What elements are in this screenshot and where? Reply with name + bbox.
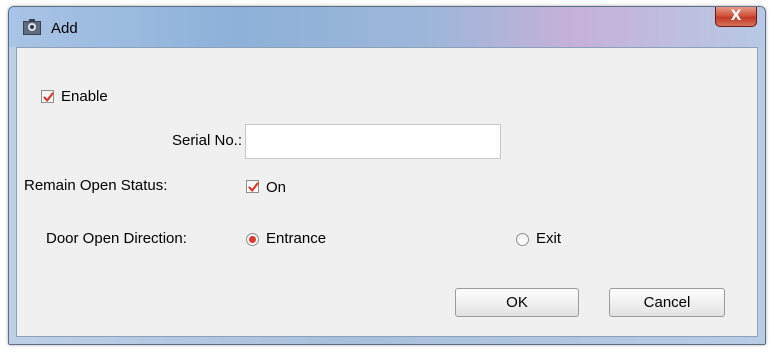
enable-label: Enable [61, 88, 108, 105]
check-mark-icon [43, 92, 54, 102]
ok-button[interactable]: OK [455, 288, 579, 317]
radio-selected-dot [249, 236, 256, 243]
serial-no-label: Serial No.: [171, 132, 242, 149]
remain-open-status-checkbox[interactable] [246, 180, 259, 193]
close-icon: X [730, 8, 742, 24]
enable-checkbox[interactable] [41, 90, 54, 103]
entrance-radio[interactable] [246, 233, 259, 246]
remain-open-status-label: Remain Open Status: [24, 177, 168, 194]
cancel-button[interactable]: Cancel [609, 288, 725, 317]
exit-label: Exit [536, 230, 562, 247]
exit-radio[interactable] [516, 233, 529, 246]
camera-icon [23, 19, 41, 35]
serial-no-input[interactable] [245, 124, 501, 159]
close-button[interactable]: X [715, 7, 757, 27]
dialog-content: Enable Serial No.: Remain Open Status: O… [16, 47, 758, 337]
add-dialog-window: Add X Enable Serial No.: Remain Open Sta… [8, 6, 766, 345]
title-bar[interactable]: Add X [9, 7, 765, 47]
entrance-label: Entrance [266, 230, 327, 247]
door-open-direction-label: Door Open Direction: [46, 230, 187, 247]
check-mark-icon [248, 182, 259, 192]
remain-open-on-label: On [266, 179, 287, 196]
dialog-title: Add [51, 20, 78, 37]
